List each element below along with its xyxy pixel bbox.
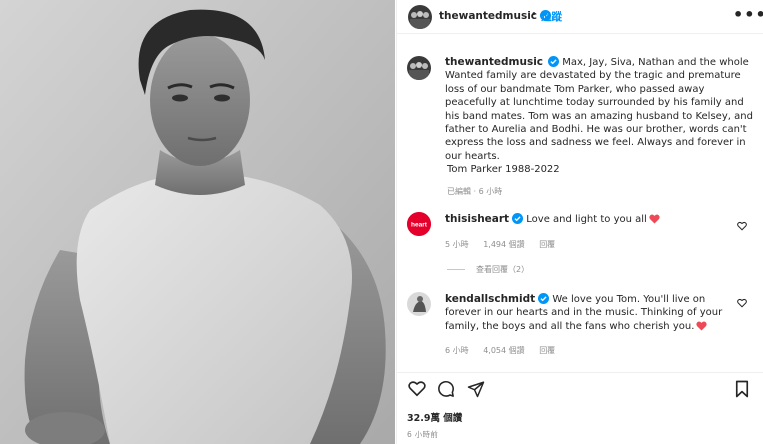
portrait-image <box>0 0 395 444</box>
comment-text: Love and light to you all <box>526 214 647 225</box>
avatar[interactable] <box>407 56 431 80</box>
group-photo-icon <box>408 5 432 29</box>
comment-time[interactable]: 6 小時 <box>445 346 469 355</box>
reply-button[interactable]: 回覆 <box>539 240 555 249</box>
comment-time[interactable]: 5 小時 <box>445 240 469 249</box>
red-heart-emoji-icon <box>649 214 660 224</box>
avatar[interactable]: heart <box>407 212 431 236</box>
view-replies-button[interactable]: 查看回覆（2） <box>447 264 529 275</box>
verified-badge-icon <box>538 293 550 304</box>
comment-body: thisisheart Love and light to you all <box>445 213 733 226</box>
comment-icon[interactable] <box>437 380 455 398</box>
share-icon[interactable] <box>467 380 485 398</box>
heart-icon[interactable] <box>737 298 747 308</box>
comment-body: kendallschmidt We love you Tom. You'll l… <box>445 293 733 333</box>
replies-divider <box>447 269 465 270</box>
more-options-icon[interactable]: ••• <box>733 5 763 24</box>
reply-button[interactable]: 回覆 <box>539 346 555 355</box>
username-text[interactable]: thewantedmusic <box>439 10 537 22</box>
heart-brand-logo: heart <box>407 212 431 236</box>
bookmark-icon[interactable] <box>734 380 750 398</box>
post-timestamp: 6 小時前 <box>407 430 439 439</box>
follow-button[interactable]: 追蹤 <box>541 9 562 24</box>
edited-timestamp: 已編輯 · 6 小時 <box>447 187 503 196</box>
user-photo-icon <box>407 292 431 316</box>
caption-tom-line: Tom Parker 1988-2022 <box>447 164 560 175</box>
avatar[interactable] <box>407 292 431 316</box>
group-photo-icon <box>407 56 431 80</box>
post-photo[interactable] <box>0 0 395 444</box>
post-header: thewantedmusic • 追蹤 ••• <box>397 0 763 34</box>
comment-username[interactable]: thisisheart <box>445 213 509 225</box>
verified-badge-icon <box>512 213 524 224</box>
comment-item: kendallschmidt We love you Tom. You'll l… <box>407 292 757 362</box>
heart-icon[interactable] <box>737 221 747 231</box>
red-heart-emoji-icon <box>696 321 707 331</box>
likes-count[interactable]: 32.9萬 個讚 <box>407 410 462 424</box>
caption-body: thewantedmusic Max, Jay, Siva, Nathan an… <box>445 56 755 163</box>
comment-meta: 5 小時 1,494 個讚 回覆 <box>445 239 567 250</box>
heart-icon[interactable] <box>408 380 426 397</box>
separator-dot: • <box>531 9 537 20</box>
avatar[interactable] <box>408 5 432 29</box>
caption-text: Max, Jay, Siva, Nathan and the whole Wan… <box>445 57 753 162</box>
post-actions: 32.9萬 個讚 6 小時前 <box>396 372 763 444</box>
caption-username[interactable]: thewantedmusic <box>445 56 543 68</box>
comment-meta: 6 小時 4,054 個讚 回覆 <box>445 345 567 356</box>
verified-badge-icon <box>548 56 560 67</box>
comment-item: heart thisisheart Love and light to you … <box>407 212 757 252</box>
comment-username[interactable]: kendallschmidt <box>445 293 535 305</box>
comment-likes[interactable]: 4,054 個讚 <box>483 346 524 355</box>
svg-text:heart: heart <box>411 222 428 229</box>
view-replies-label[interactable]: 查看回覆（2） <box>476 265 529 274</box>
comment-likes[interactable]: 1,494 個讚 <box>483 240 524 249</box>
